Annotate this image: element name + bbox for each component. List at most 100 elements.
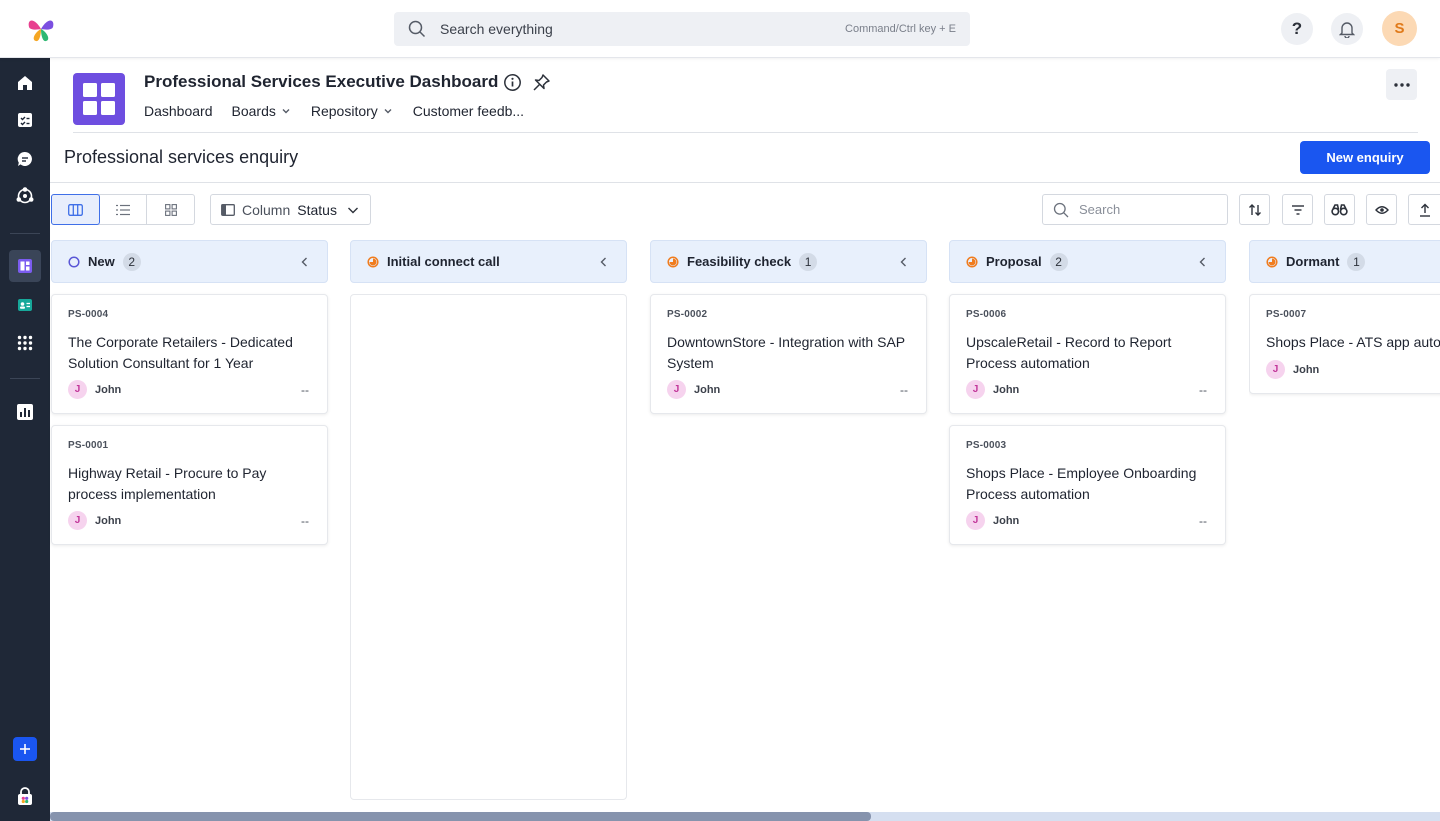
- status-in-progress-icon: [667, 255, 679, 268]
- board-column-new: New 2 PS-0004 The Corporate Retailers - …: [51, 240, 328, 545]
- column-count: 1: [1347, 252, 1366, 271]
- nav-label: Boards: [231, 103, 276, 119]
- card-footer: J John: [1266, 360, 1440, 379]
- info-icon[interactable]: [503, 73, 522, 92]
- ellipsis-icon: [1393, 82, 1410, 87]
- more-options-button[interactable]: [1386, 69, 1417, 100]
- chevron-down-icon: [384, 109, 392, 114]
- horizontal-scrollbar-thumb[interactable]: [50, 812, 871, 821]
- column-header[interactable]: Feasibility check 1: [650, 240, 927, 283]
- sidebar-add-icon[interactable]: [13, 737, 37, 761]
- search-placeholder: Search everything: [440, 21, 553, 37]
- column-header[interactable]: Dormant 1: [1249, 240, 1440, 283]
- search-icon: [408, 20, 426, 38]
- pin-icon[interactable]: [532, 73, 551, 92]
- board-search-placeholder: Search: [1079, 202, 1121, 217]
- help-glyph: ?: [1291, 19, 1303, 38]
- app-logo-icon[interactable]: [26, 14, 56, 44]
- column-select-label: Column: [242, 201, 291, 218]
- board-column-proposal: Proposal 2 PS-0006 UpscaleRetail - Recor…: [949, 240, 1226, 545]
- kanban-card[interactable]: PS-0004 The Corporate Retailers - Dedica…: [51, 294, 328, 414]
- sidebar-app-grid-icon[interactable]: [9, 327, 41, 359]
- owner-avatar: J: [68, 511, 87, 530]
- user-initial: S: [1394, 20, 1405, 37]
- sidebar-analytics-icon[interactable]: [9, 396, 41, 428]
- global-search[interactable]: Search everything Command/Ctrl key + E: [394, 12, 970, 46]
- sort-button[interactable]: [1239, 194, 1270, 225]
- nav-label: Customer feedb...: [412, 103, 525, 119]
- kanban-card[interactable]: PS-0006 UpscaleRetail - Record to Report…: [949, 294, 1226, 414]
- status-open-circle-icon: [68, 255, 80, 268]
- owner-avatar: J: [966, 380, 985, 399]
- column-select-value: Status: [297, 201, 337, 218]
- kanban-card[interactable]: PS-0007 Shops Place - ATS app auto J Joh…: [1249, 294, 1440, 394]
- app-title: Professional Services Executive Dashboar…: [144, 72, 499, 91]
- eye-icon: [1374, 205, 1389, 214]
- due-date: --: [1199, 382, 1207, 397]
- sidebar-tasks-icon[interactable]: [9, 104, 41, 136]
- column-name: Dormant: [1286, 254, 1340, 269]
- column-header[interactable]: New 2: [51, 240, 328, 283]
- sidebar-store-lock-icon[interactable]: [9, 780, 41, 812]
- column-header[interactable]: Proposal 2: [949, 240, 1226, 283]
- nav-label: Repository: [310, 103, 378, 119]
- chevron-down-icon: [282, 109, 290, 114]
- kanban-card[interactable]: PS-0003 Shops Place - Employee Onboardin…: [949, 425, 1226, 545]
- due-date: --: [1199, 513, 1207, 528]
- card-id: PS-0007: [1266, 309, 1307, 320]
- sort-arrows-icon: [1248, 203, 1261, 216]
- column-count: 2: [1049, 252, 1068, 271]
- kanban-card[interactable]: PS-0002 DowntownStore - Integration with…: [650, 294, 927, 414]
- user-avatar[interactable]: S: [1382, 11, 1417, 46]
- upload-icon: [1419, 203, 1430, 217]
- board-column-initial-connect-call: Initial connect call: [350, 240, 627, 800]
- due-date: --: [900, 382, 908, 397]
- card-footer: J John --: [966, 511, 1207, 530]
- column-group-select[interactable]: Column Status: [210, 194, 371, 225]
- owner-avatar: J: [667, 380, 686, 399]
- column-name: Feasibility check: [687, 254, 792, 269]
- collapse-chevron-left-icon[interactable]: [898, 256, 910, 268]
- sidebar-contact-card-icon[interactable]: [9, 289, 41, 321]
- kanban-card[interactable]: PS-0001 Highway Retail - Procure to Pay …: [51, 425, 328, 545]
- page-divider: [50, 182, 1440, 183]
- sidebar-apps-board-icon[interactable]: [9, 250, 41, 282]
- help-icon[interactable]: ?: [1281, 13, 1313, 45]
- chevron-down-icon: [348, 207, 358, 213]
- new-enquiry-button[interactable]: New enquiry: [1300, 141, 1430, 174]
- export-button[interactable]: [1408, 194, 1440, 225]
- column-count: 2: [122, 252, 141, 271]
- sidebar-divider: [10, 233, 40, 234]
- binoculars-icon: [1331, 203, 1348, 216]
- collapse-chevron-left-icon[interactable]: [598, 256, 610, 268]
- card-title: Shops Place - ATS app auto: [1266, 334, 1440, 350]
- nav-repository[interactable]: Repository: [311, 103, 394, 119]
- grid-view-button[interactable]: [147, 195, 194, 224]
- owner-name: John: [694, 383, 721, 396]
- kanban-view-button[interactable]: [51, 194, 100, 225]
- find-button[interactable]: [1324, 194, 1355, 225]
- board-search-input[interactable]: Search: [1042, 194, 1228, 225]
- nav-dashboard[interactable]: Dashboard: [144, 103, 213, 119]
- column-layout-icon: [221, 203, 235, 216]
- notification-bell-icon[interactable]: [1331, 13, 1363, 45]
- card-title: DowntownStore - Integration with SAP Sys…: [667, 334, 905, 371]
- owner-avatar: J: [1266, 360, 1285, 379]
- visibility-button[interactable]: [1366, 194, 1397, 225]
- nav-boards[interactable]: Boards: [232, 103, 292, 119]
- list-view-button[interactable]: [100, 195, 148, 224]
- filter-icon: [1291, 204, 1304, 215]
- sidebar-network-icon[interactable]: [9, 180, 41, 212]
- sidebar-divider: [10, 378, 40, 379]
- page-title: Professional services enquiry: [64, 147, 299, 167]
- filter-button[interactable]: [1282, 194, 1313, 225]
- column-header[interactable]: Initial connect call: [350, 240, 627, 283]
- collapse-chevron-left-icon[interactable]: [1197, 256, 1209, 268]
- top-bar: Search everything Command/Ctrl key + E ?…: [0, 0, 1440, 58]
- sidebar-home-icon[interactable]: [9, 67, 41, 99]
- collapse-chevron-left-icon[interactable]: [299, 256, 311, 268]
- nav-customer-feedback[interactable]: Customer feedb...: [413, 103, 524, 119]
- app-tile-icon: [73, 73, 125, 125]
- search-icon: [1053, 202, 1069, 217]
- sidebar-chat-icon[interactable]: [9, 143, 41, 175]
